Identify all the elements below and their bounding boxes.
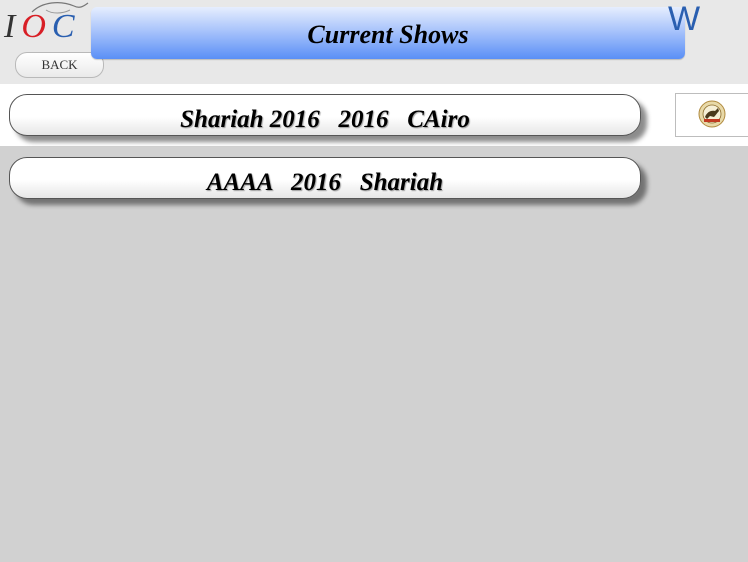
show-jumping-horse-icon [698,100,726,128]
page-title: Current Shows [91,7,685,59]
w-logo-letter: W [668,0,701,38]
logo-text: IOC [4,8,81,45]
show-item[interactable]: Shariah 2016 2016 CAiro [9,94,641,136]
show-item[interactable]: AAAA 2016 Shariah [9,157,641,199]
header: IOC BACK Current Shows W [0,0,748,84]
show-badge[interactable] [675,93,748,137]
back-button[interactable]: BACK [15,52,104,78]
ioc-logo: IOC [2,0,92,50]
